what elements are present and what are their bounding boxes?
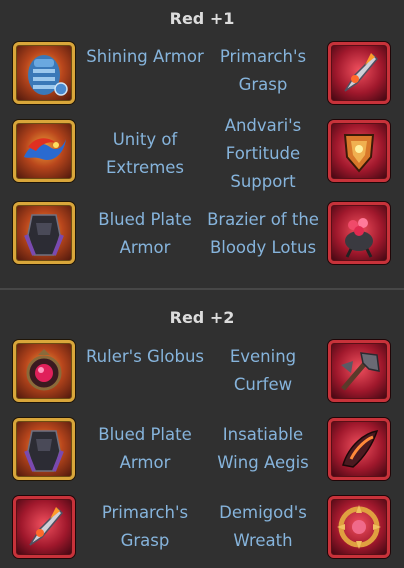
evening-curfew-icon[interactable] — [328, 340, 390, 402]
brazier-of-the-bloody-lotus-icon[interactable] — [328, 202, 390, 264]
item-row: Ruler's Globus Evening Curfew — [0, 338, 404, 410]
item-name: Blued Plate Armor — [98, 210, 192, 257]
item-row: Blued Plate Armor Brazier of the Bloody … — [0, 200, 404, 272]
rulers-globus-icon[interactable] — [13, 340, 75, 402]
section-red-plus-1: Red +1 Shining Armor Primarch's Grasp Un… — [0, 0, 404, 288]
item-name: Ruler's Globus — [85, 347, 205, 366]
item-name: Brazier of the Bloody Lotus — [207, 210, 319, 257]
blued-plate-armor-icon[interactable] — [13, 202, 75, 264]
item-name: Shining Armor — [86, 47, 204, 66]
item-row: Unity of Extremes Andvari's Fortitude Su… — [0, 116, 404, 191]
item-name: Demigod's Wreath — [219, 503, 307, 550]
demigods-wreath-icon[interactable] — [328, 496, 390, 558]
item-name: Unity of Extremes — [105, 130, 185, 177]
item-name: Blued Plate Armor — [98, 425, 192, 472]
item-name: Andvari's Fortitude Support — [224, 116, 302, 191]
item-name: Primarch's Grasp — [219, 47, 307, 94]
item-row: Primarch's Grasp Demigod's Wreath — [0, 494, 404, 566]
item-row: Shining Armor Primarch's Grasp — [0, 40, 404, 112]
andvaris-fortitude-support-icon[interactable] — [328, 120, 390, 182]
item-name: Primarch's Grasp — [101, 503, 189, 550]
primarchs-grasp-icon[interactable] — [13, 496, 75, 558]
section-red-plus-2: Red +2 Ruler's Globus Evening Curfew Blu… — [0, 290, 404, 568]
item-name: Evening Curfew — [229, 347, 297, 394]
shining-armor-icon[interactable] — [13, 42, 75, 104]
item-name: Insatiable Wing Aegis — [217, 425, 309, 472]
blued-plate-armor-icon[interactable] — [13, 418, 75, 480]
primarchs-grasp-icon[interactable] — [328, 42, 390, 104]
section-title: Red +2 — [169, 308, 235, 327]
item-row: Blued Plate Armor Insatiable Wing Aegis — [0, 416, 404, 488]
unity-of-extremes-icon[interactable] — [13, 120, 75, 182]
section-title: Red +1 — [169, 9, 235, 28]
insatiable-wing-aegis-icon[interactable] — [328, 418, 390, 480]
